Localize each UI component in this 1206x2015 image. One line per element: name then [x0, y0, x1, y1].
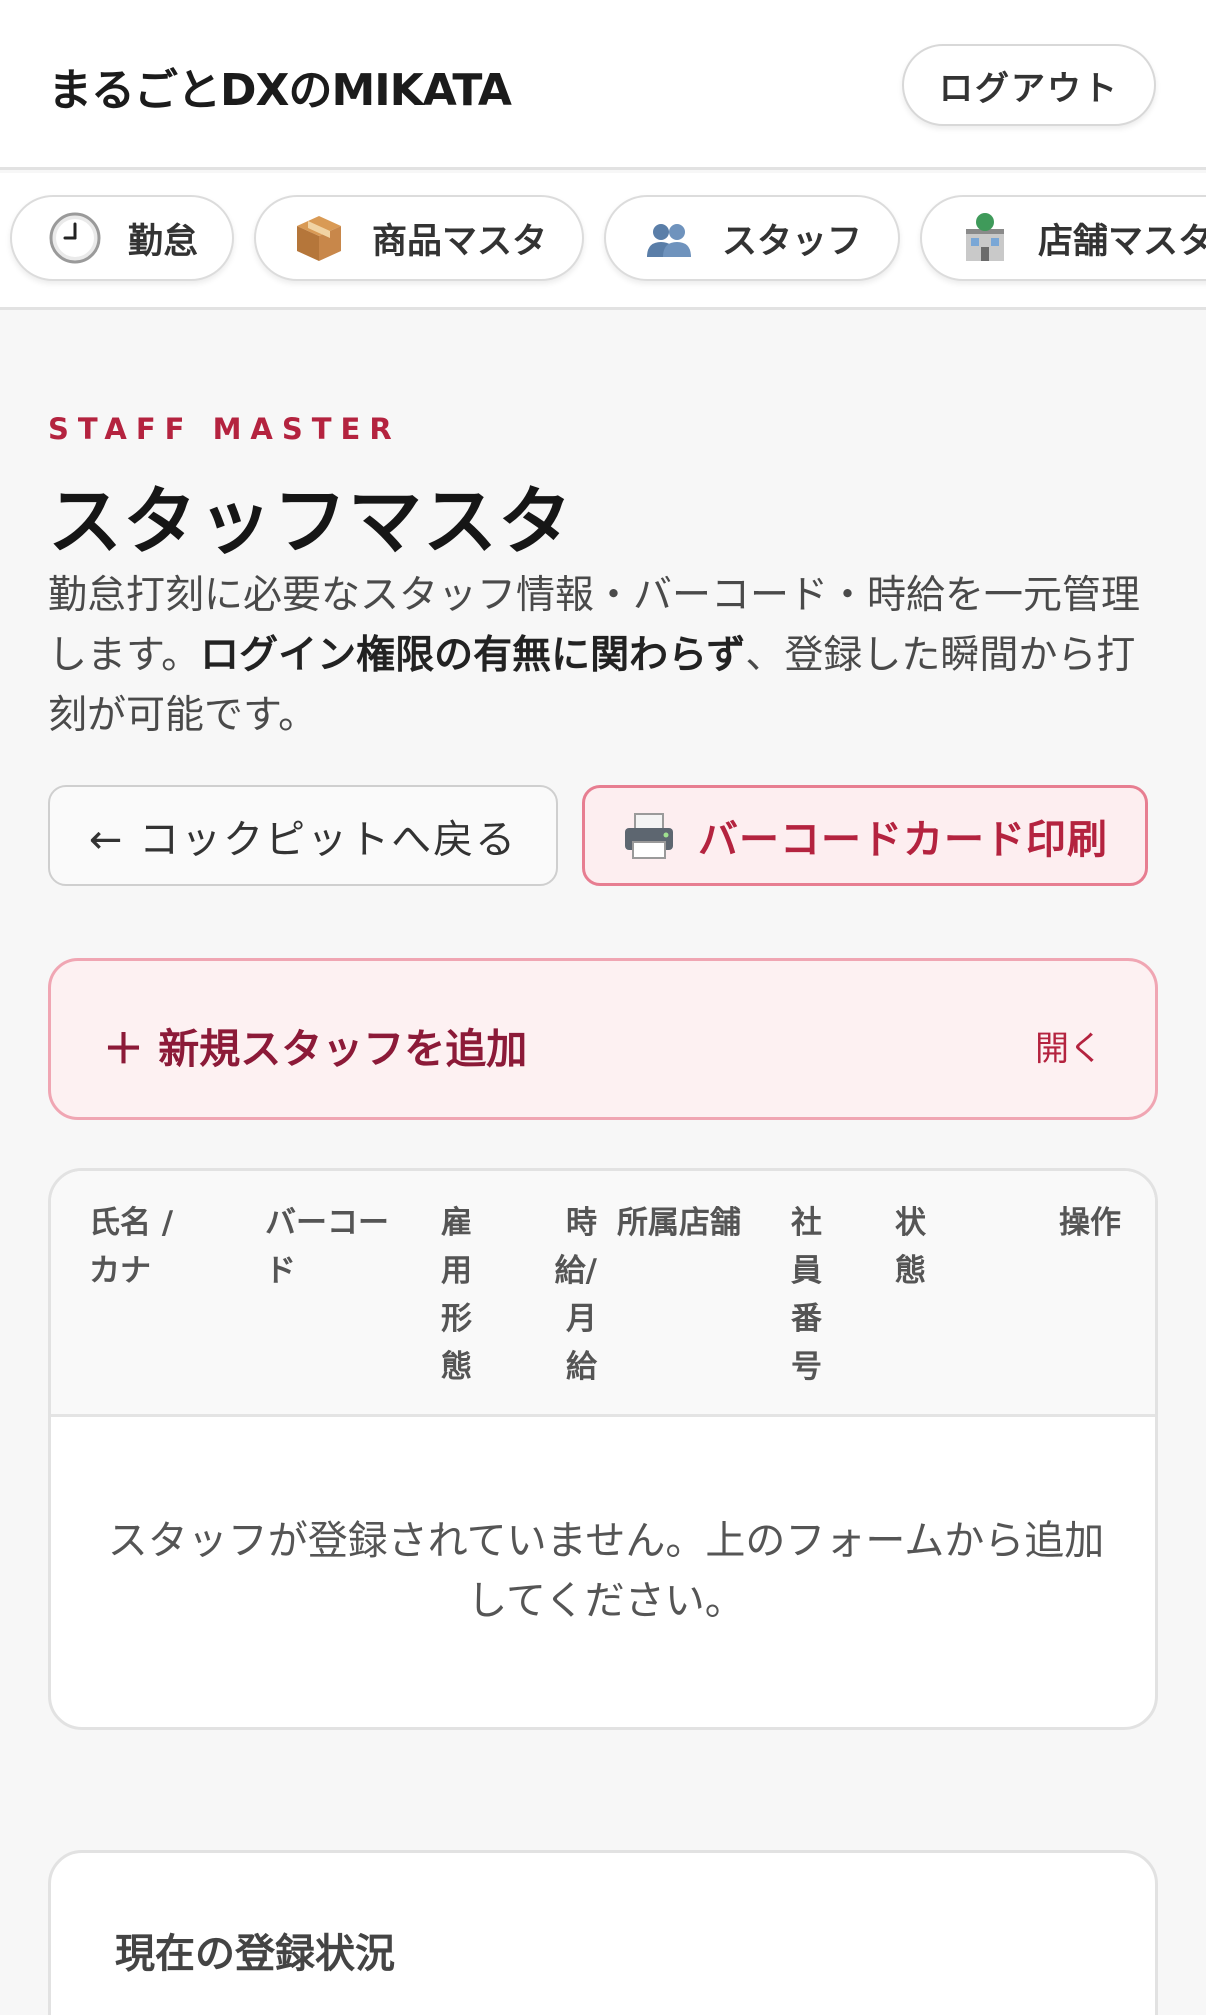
column-header-store: 所属店舗: [617, 1205, 741, 1241]
add-staff-label: ＋ 新規スタッフを追加: [103, 1025, 528, 1073]
column-header-name: 氏名 / カナ: [89, 1205, 174, 1289]
nav-item-attendance[interactable]: 勤怠: [10, 195, 234, 281]
print-barcode-cards-button[interactable]: バーコードカード印刷: [582, 785, 1148, 886]
people-icon: [647, 224, 691, 257]
nav-item-label: 商品マスタ: [372, 221, 548, 262]
package-icon: [297, 216, 341, 261]
app-title: まるごとDXのMIKATA: [48, 65, 512, 116]
page-description: 勤怠打刻に必要なスタッフ情報・バーコード・時給を一元管理します。ログイン権限の有…: [48, 566, 1168, 746]
back-to-cockpit-button[interactable]: ← コックピットへ戻る: [48, 785, 558, 886]
nav-bar[interactable]: 勤怠 商品マスタ スタッフ 店舗マスタ: [0, 173, 1206, 310]
nav-item-staff[interactable]: スタッフ: [604, 195, 900, 281]
registration-status-title: 現在の登録状況: [115, 1931, 395, 1977]
column-header-employee-number: 社員番号: [791, 1205, 822, 1385]
clock-icon: [49, 212, 101, 264]
staff-table: 氏名 / カナ バーコード 雇用形態 時給/月給 所属店舗 社員番号 状態 操作…: [48, 1168, 1158, 1730]
column-header-barcode: バーコード: [265, 1205, 389, 1289]
logout-button[interactable]: ログアウト: [902, 44, 1156, 126]
column-header-status: 状態: [895, 1205, 926, 1289]
empty-table-message: スタッフが登録されていません。上のフォームから追加してください。: [107, 1518, 1105, 1624]
nav-item-store-master[interactable]: 店舗マスタ: [920, 195, 1206, 281]
description-emphasis: ログイン権限の有無に関わらず: [200, 633, 746, 678]
add-staff-toggle[interactable]: 開く: [1035, 1021, 1103, 1070]
section-eyebrow: STAFF MASTER: [48, 412, 401, 446]
column-header-wage: 時給/月給: [554, 1205, 597, 1385]
print-button-label: バーコードカード印刷: [698, 816, 1108, 863]
column-header-employment-type: 雇用形態: [441, 1205, 472, 1385]
printer-icon: [625, 812, 673, 859]
nav-item-label: 店舗マスタ: [1038, 221, 1206, 262]
table-header: 氏名 / カナ バーコード 雇用形態 時給/月給 所属店舗 社員番号 状態 操作: [51, 1171, 1155, 1417]
store-icon: [966, 213, 1004, 261]
nav-item-product-master[interactable]: 商品マスタ: [254, 195, 584, 281]
nav-item-label: スタッフ: [722, 221, 863, 262]
page-title: スタッフマスタ: [48, 479, 573, 565]
nav-item-label: 勤怠: [128, 221, 199, 262]
app-header: まるごとDXのMIKATA ログアウト: [0, 0, 1206, 170]
registration-status-card: 現在の登録状況: [48, 1850, 1158, 2015]
column-header-actions: 操作: [1059, 1205, 1121, 1241]
add-staff-panel[interactable]: ＋ 新規スタッフを追加 開く: [48, 958, 1158, 1120]
